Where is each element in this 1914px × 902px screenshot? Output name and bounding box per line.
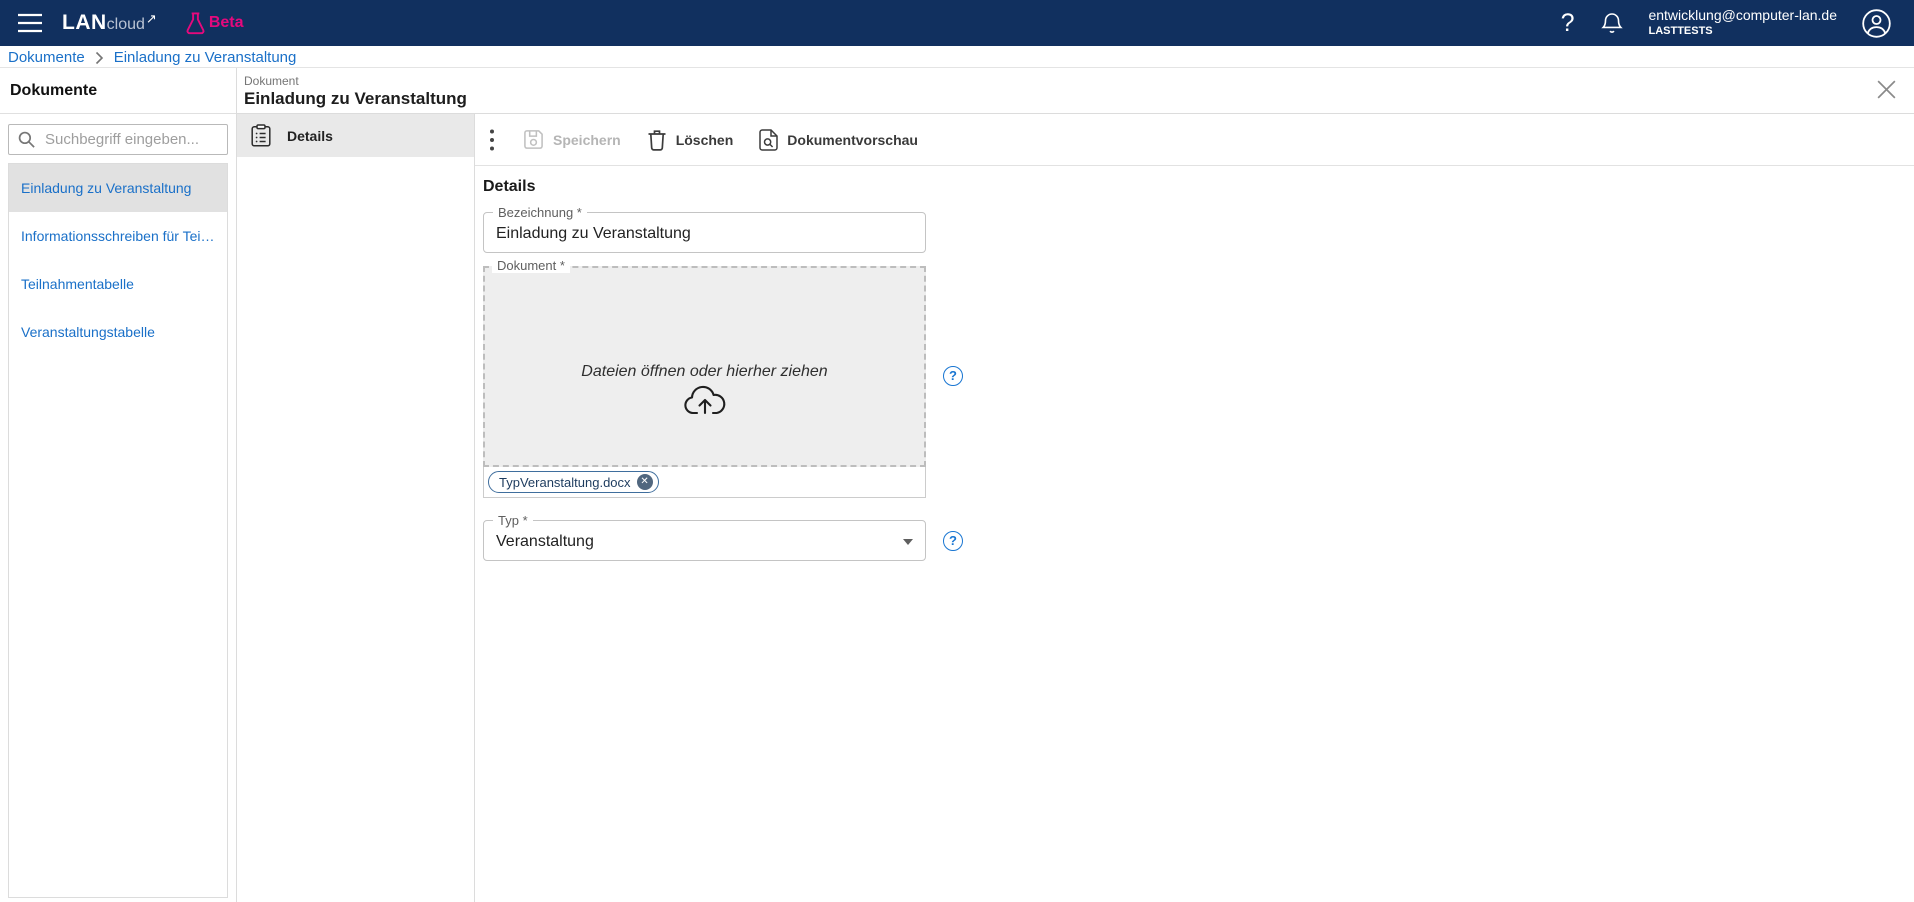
breadcrumb-current[interactable]: Einladung zu Veranstaltung (114, 49, 297, 66)
typ-label: Typ * (493, 513, 533, 528)
list-item-veranstaltungstabelle[interactable]: Veranstaltungstabelle (9, 308, 227, 356)
bezeichnung-label: Bezeichnung * (493, 205, 587, 220)
tab-column: Details (237, 114, 475, 902)
notifications-bell-icon[interactable] (1600, 10, 1624, 36)
save-button[interactable]: Speichern (523, 129, 621, 150)
app-window: LANcloud↗ Beta ? entwicklung@computer-la… (0, 0, 1914, 902)
file-chip-label: TypVeranstaltung.docx (499, 475, 631, 490)
avatar-icon[interactable] (1861, 8, 1892, 39)
form-heading: Details (483, 178, 1914, 196)
delete-button[interactable]: Löschen (647, 129, 734, 151)
search-input[interactable] (43, 130, 246, 149)
list-item-teilnahmentabelle[interactable]: Teilnahmentabelle (9, 260, 227, 308)
beta-label: Beta (209, 14, 244, 32)
help-icon[interactable]: ? (1559, 11, 1577, 36)
tab-details[interactable]: Details (237, 114, 474, 157)
bezeichnung-value: Einladung zu Veranstaltung (496, 225, 913, 243)
tab-details-label: Details (287, 128, 333, 144)
dokument-row: Dokument * Dateien öffnen oder hierher z… (483, 253, 1914, 498)
bezeichnung-field[interactable]: Bezeichnung * Einladung zu Veranstaltung (483, 212, 926, 253)
brand-lan: LAN (62, 11, 107, 35)
file-chip[interactable]: TypVeranstaltung.docx ✕ (488, 471, 659, 493)
close-icon[interactable] (1875, 78, 1898, 101)
dropzone-text: Dateien öffnen oder hierher ziehen (581, 363, 827, 381)
breadcrumb-dokumente[interactable]: Dokumente (8, 49, 85, 66)
search-icon (17, 130, 36, 149)
kebab-menu-icon[interactable] (487, 124, 497, 156)
beta-badge: Beta (185, 11, 244, 35)
save-icon (523, 129, 544, 150)
content-area: Dokumente Einladung zu Veranstaltung Inf… (0, 67, 1914, 902)
detail-panel: Dokument Einladung zu Veranstaltung (237, 68, 1914, 902)
user-account[interactable]: entwicklung@computer-lan.de LASTTESTS (1648, 7, 1837, 39)
sidebar: Dokumente Einladung zu Veranstaltung Inf… (0, 68, 237, 902)
dokument-help-icon[interactable]: ? (943, 366, 963, 386)
search-box (8, 124, 228, 155)
typ-select[interactable]: Typ * Veranstaltung (483, 520, 926, 561)
cloud-upload-icon (683, 385, 727, 417)
main-content: Speichern Löschen (475, 114, 1914, 902)
dokument-field: Dokument * Dateien öffnen oder hierher z… (483, 266, 926, 498)
panel-title: Einladung zu Veranstaltung (244, 89, 1914, 109)
caret-down-icon (903, 539, 913, 545)
sidebar-body: Einladung zu Veranstaltung Informationss… (0, 114, 236, 902)
external-link-arrow-icon: ↗ (146, 11, 157, 27)
bezeichnung-row: Bezeichnung * Einladung zu Veranstaltung (483, 212, 1914, 253)
panel-body: Details (237, 114, 1914, 902)
list-item-einladung[interactable]: Einladung zu Veranstaltung (9, 164, 227, 212)
brand-cloud: cloud (107, 16, 145, 34)
file-chip-row: TypVeranstaltung.docx ✕ (483, 467, 926, 498)
save-label: Speichern (553, 132, 621, 148)
typ-row: Typ * Veranstaltung ? (483, 520, 1914, 561)
user-email: entwicklung@computer-lan.de (1648, 7, 1837, 25)
file-dropzone[interactable]: Dateien öffnen oder hierher ziehen (483, 266, 926, 467)
topbar: LANcloud↗ Beta ? entwicklung@computer-la… (0, 0, 1914, 46)
document-list: Einladung zu Veranstaltung Informationss… (8, 163, 228, 898)
clipboard-list-icon (251, 124, 271, 147)
sidebar-title: Dokumente (0, 68, 236, 114)
delete-label: Löschen (676, 132, 734, 148)
user-tenant: LASTTESTS (1648, 25, 1837, 39)
dokument-label: Dokument * (492, 258, 570, 273)
breadcrumb: Dokumente Einladung zu Veranstaltung (0, 46, 1914, 67)
brand-logo[interactable]: LANcloud↗ (62, 11, 157, 35)
typ-value: Veranstaltung (496, 533, 913, 551)
document-preview-label: Dokumentvorschau (787, 132, 918, 148)
menu-icon[interactable] (10, 3, 50, 43)
panel-header: Dokument Einladung zu Veranstaltung (237, 68, 1914, 114)
panel-kicker: Dokument (244, 74, 1914, 88)
list-item-informationsschreiben[interactable]: Informationsschreiben für Tei… (9, 212, 227, 260)
document-preview-button[interactable]: Dokumentvorschau (759, 129, 918, 151)
details-form: Details Bezeichnung * Einladung zu Veran… (475, 166, 1914, 561)
typ-help-icon[interactable]: ? (943, 531, 963, 551)
toolbar: Speichern Löschen (475, 114, 1914, 166)
trash-icon (647, 129, 667, 151)
chevron-right-icon (95, 51, 104, 65)
remove-file-icon[interactable]: ✕ (637, 474, 653, 490)
document-preview-icon (759, 129, 778, 151)
flask-icon (185, 11, 206, 35)
topbar-right: ? entwicklung@computer-lan.de LASTTESTS (1559, 7, 1892, 39)
